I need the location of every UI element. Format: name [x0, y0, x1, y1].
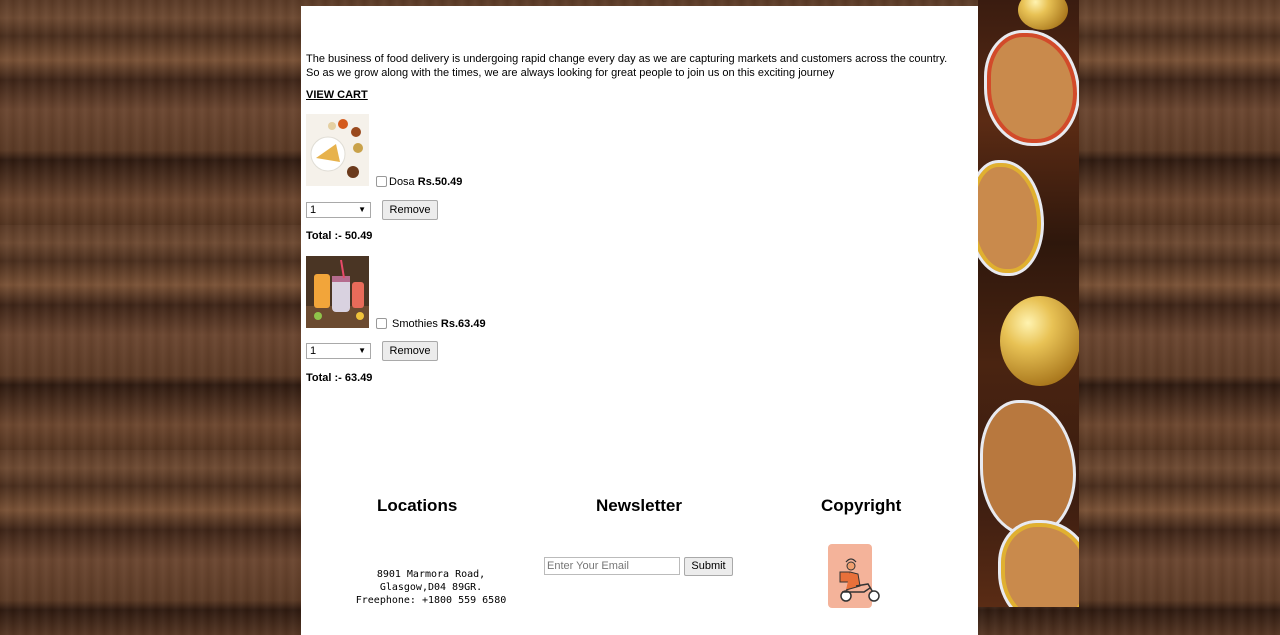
newsletter-heading: Newsletter [596, 496, 682, 515]
ornament-image [1000, 296, 1079, 386]
copyright-heading: Copyright [821, 496, 902, 515]
intro-line-2: So as we grow along with the times, we a… [306, 67, 835, 79]
address-line: 8901 Marmora Road, [376, 569, 486, 580]
main-content: The business of food delivery is undergo… [301, 6, 978, 635]
item-price: Rs.63.49 [440, 318, 486, 330]
quantity-select[interactable]: 1 ▼ [306, 202, 371, 218]
item-name-label: Dosa Rs.50.49 [389, 176, 462, 188]
quantity-select[interactable]: 1 ▼ [306, 343, 371, 359]
delivery-scooter-icon [839, 558, 880, 602]
ornament-image [1018, 0, 1068, 30]
quantity-value: 1 [310, 345, 317, 357]
remove-button[interactable]: Remove [382, 200, 438, 220]
cookie-image [998, 520, 1079, 607]
intro-line-1: The business of food delivery is undergo… [306, 53, 948, 65]
address-line: Glasgow,D04 89GR. [379, 582, 483, 593]
chevron-down-icon: ▼ [358, 205, 366, 214]
locations-heading: Locations [377, 496, 458, 515]
dosa-image [306, 114, 369, 186]
dosa-checkbox[interactable] [376, 176, 387, 187]
christmas-cookies-decoration [978, 0, 1079, 607]
smoothies-checkbox[interactable] [376, 318, 387, 329]
item-name-label: Smothies Rs.63.49 [392, 318, 486, 330]
quantity-value: 1 [310, 204, 317, 216]
delivery-logo [828, 544, 880, 608]
item-price: Rs.50.49 [417, 176, 463, 188]
remove-button[interactable]: Remove [382, 341, 438, 361]
item-name: Smothies [392, 318, 438, 330]
snowflake-cookie-image [980, 400, 1076, 536]
item-total: Total :- 63.49 [306, 372, 373, 384]
address-block: 8901 Marmora Road, Glasgow,D04 89GR. Fre… [351, 568, 511, 607]
item-total: Total :- 50.49 [306, 230, 373, 242]
cookie-image [984, 30, 1079, 146]
view-cart-link[interactable]: VIEW CART [306, 89, 368, 101]
newsletter-submit-button[interactable]: Submit [684, 557, 733, 576]
intro-text: The business of food delivery is undergo… [306, 52, 976, 80]
newsletter-email-input[interactable]: Enter Your Email [544, 557, 680, 575]
item-name: Dosa [389, 176, 415, 188]
chevron-down-icon: ▼ [358, 346, 366, 355]
phone-line: Freephone: +1800 559 6580 [355, 595, 507, 606]
smoothie-image [306, 256, 369, 328]
cookie-image [978, 160, 1044, 276]
